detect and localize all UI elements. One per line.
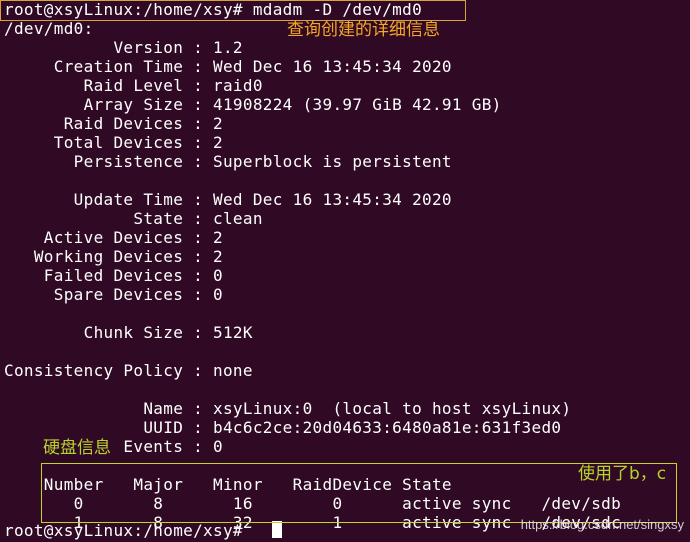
output-line: Active Devices : 2: [4, 228, 223, 247]
command-highlight-box: [0, 0, 466, 21]
output-line: Consistency Policy : none: [4, 361, 253, 380]
output-device-line: /dev/md0:: [4, 19, 94, 38]
output-line: Array Size : 41908224 (39.97 GiB 42.91 G…: [4, 95, 502, 114]
output-line: Total Devices : 2: [4, 133, 223, 152]
output-line: Failed Devices : 0: [4, 266, 223, 285]
output-line: Raid Devices : 2: [4, 114, 223, 133]
output-line: Events : 0: [4, 437, 223, 456]
used-disks-note: 使用了b，c: [578, 464, 667, 484]
output-line: UUID : b4c6c2ce:20d04633:6480a81e:631f3e…: [4, 418, 562, 437]
terminal-window[interactable]: root@xsyLinux:/home/xsy# mdadm -D /dev/m…: [0, 0, 690, 542]
text-cursor: [272, 521, 282, 538]
output-line: Update Time : Wed Dec 16 13:45:34 2020: [4, 190, 452, 209]
query-note: 查询创建的详细信息: [287, 20, 440, 40]
output-line: State : clean: [4, 209, 263, 228]
prompt-line: root@xsyLinux:/home/xsy#: [4, 521, 253, 540]
watermark: https://blog.csdn.net/singxsy: [520, 517, 684, 532]
output-line: Creation Time : Wed Dec 16 13:45:34 2020: [4, 57, 452, 76]
output-line: Version : 1.2: [4, 38, 243, 57]
output-line: Raid Level : raid0: [4, 76, 263, 95]
output-line: Spare Devices : 0: [4, 285, 223, 304]
output-line: Persistence : Superblock is persistent: [4, 152, 452, 171]
output-line: Name : xsyLinux:0 (local to host xsyLinu…: [4, 399, 572, 418]
disk-info-note: 硬盘信息: [43, 438, 111, 458]
output-line: Chunk Size : 512K: [4, 323, 253, 342]
output-line: Working Devices : 2: [4, 247, 223, 266]
